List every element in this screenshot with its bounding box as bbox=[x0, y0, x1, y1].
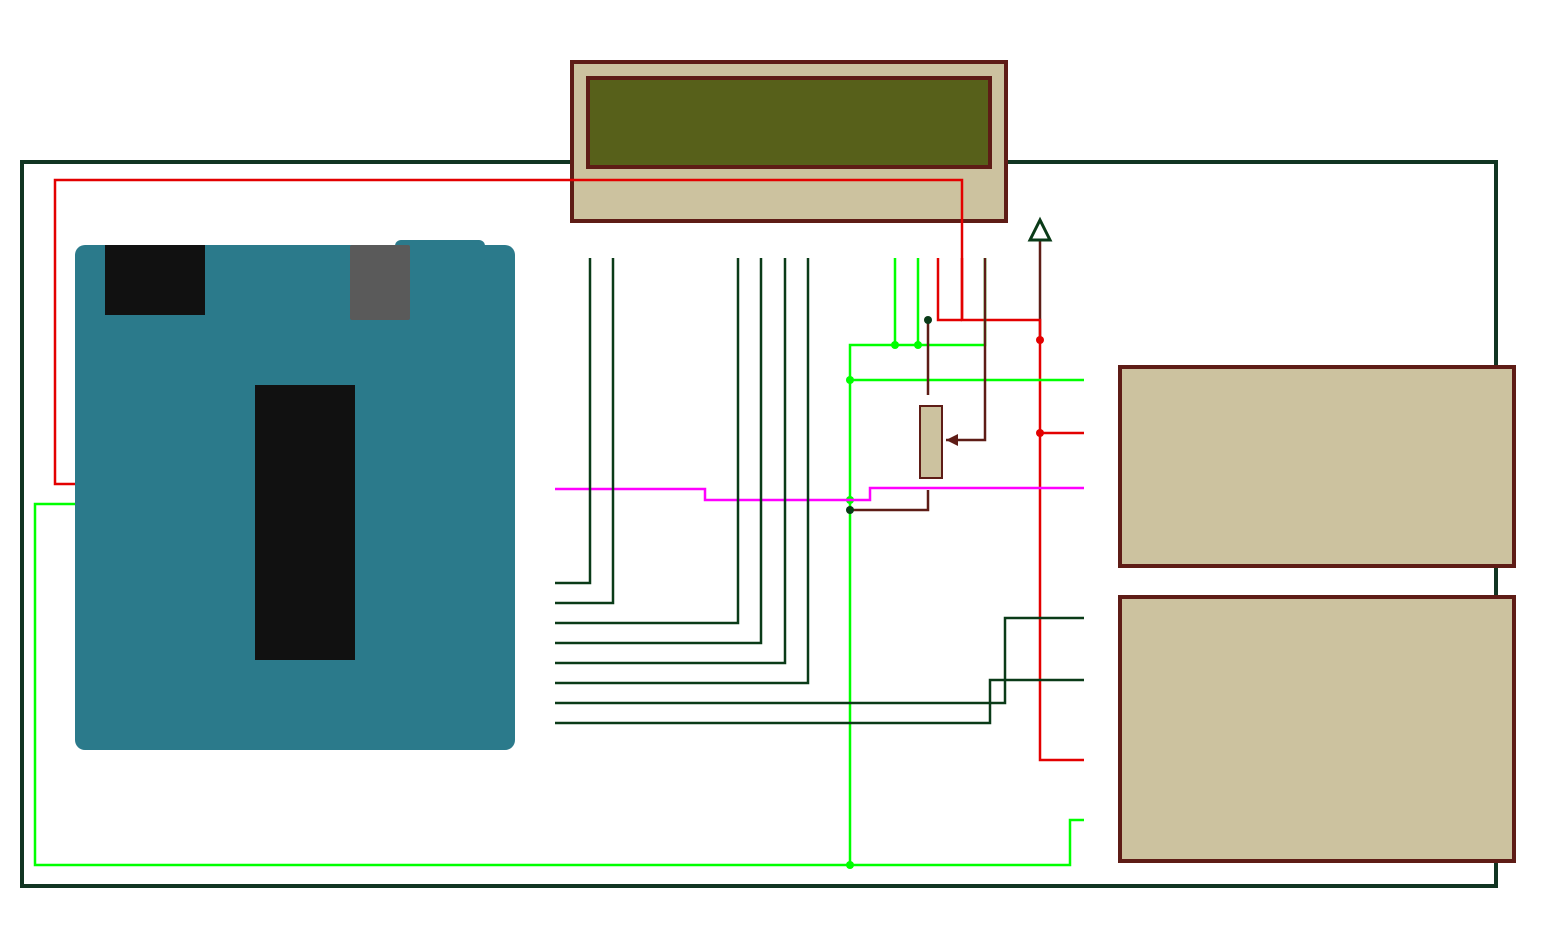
arduino-board bbox=[75, 245, 515, 750]
lcd-screen bbox=[586, 76, 992, 169]
gsm-module bbox=[1118, 595, 1516, 863]
mcu-chip bbox=[255, 385, 355, 660]
gps-module bbox=[1118, 365, 1516, 568]
barrel-jack bbox=[350, 245, 410, 320]
usb-connector bbox=[105, 245, 205, 315]
lcd-component bbox=[570, 60, 1008, 223]
potentiometer bbox=[914, 395, 944, 485]
